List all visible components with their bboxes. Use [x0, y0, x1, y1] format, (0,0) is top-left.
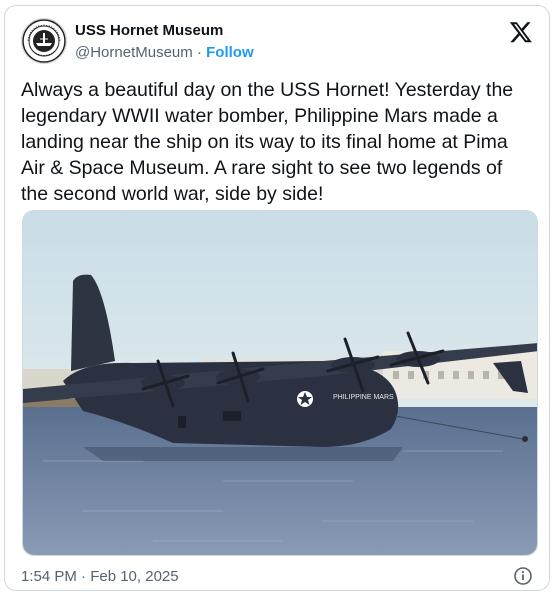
handle-row: @HornetMuseum · Follow [75, 44, 254, 61]
flying-boat-photo: PHILIPPINE MARS [23, 211, 537, 555]
tweet-card[interactable]: USS Hornet Museum @HornetMuseum · Follow… [4, 5, 550, 591]
tweet-footer: 1:54 PM · Feb 10, 2025 [21, 566, 533, 586]
follow-button[interactable]: Follow [206, 44, 254, 61]
museum-seal-logo [22, 19, 66, 63]
timestamp-link[interactable]: 1:54 PM · Feb 10, 2025 [21, 568, 179, 585]
tweet-header: USS Hornet Museum @HornetMuseum · Follow [21, 18, 533, 66]
tweet-photo[interactable]: PHILIPPINE MARS [22, 210, 538, 556]
avatar[interactable] [21, 18, 67, 64]
tweet-text: Always a beautiful day on the USS Hornet… [21, 79, 514, 205]
author-name[interactable]: USS Hornet Museum [75, 22, 223, 39]
aircraft-name-label: PHILIPPINE MARS [333, 394, 394, 401]
x-logo-icon[interactable] [509, 20, 533, 44]
author-handle[interactable]: @HornetMuseum [75, 44, 193, 61]
separator-dot: · [196, 44, 202, 61]
info-icon[interactable] [513, 566, 533, 586]
